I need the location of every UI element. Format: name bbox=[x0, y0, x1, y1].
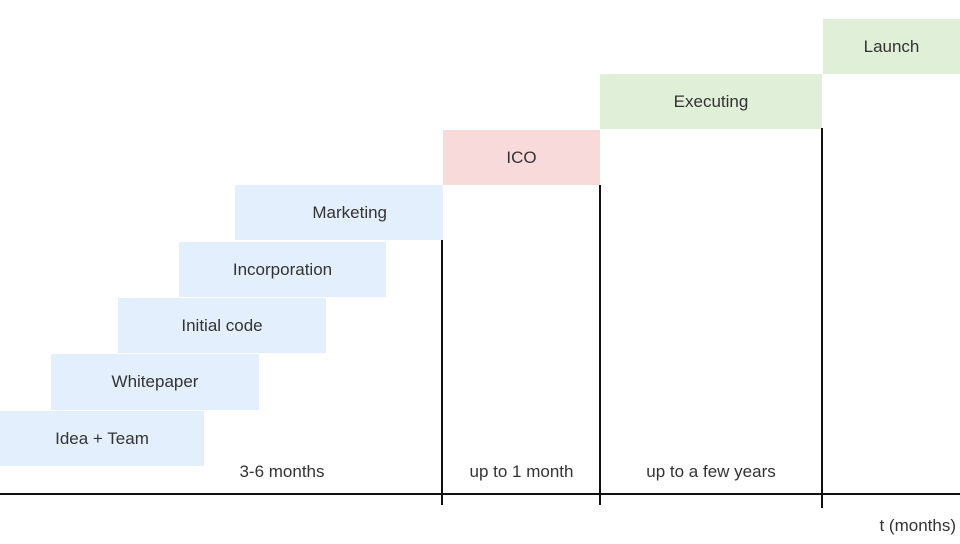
step-label: Launch bbox=[863, 36, 920, 56]
step-initial-code: Initial code bbox=[118, 298, 326, 353]
step-launch: Launch bbox=[823, 19, 960, 74]
duration-pre-ico: 3-6 months bbox=[239, 462, 325, 481]
step-marketing: Marketing bbox=[235, 185, 443, 240]
step-ico: ICO bbox=[443, 130, 600, 185]
step-label: Incorporation bbox=[232, 259, 333, 279]
step-label: Marketing bbox=[312, 202, 387, 222]
step-whitepaper: Whitepaper bbox=[51, 354, 259, 410]
time-axis bbox=[0, 493, 960, 495]
step-incorporation: Incorporation bbox=[179, 242, 386, 297]
step-label: Whitepaper bbox=[111, 372, 199, 391]
step-label: ICO bbox=[506, 147, 537, 167]
axis-label: t (months) bbox=[879, 516, 956, 535]
duration-ico: up to 1 month bbox=[469, 462, 574, 481]
step-idea-team: Idea + Team bbox=[0, 411, 204, 466]
step-label: Idea + Team bbox=[55, 428, 149, 448]
phase-divider-launch bbox=[821, 128, 823, 508]
step-executing: Executing bbox=[600, 74, 822, 129]
duration-executing: up to a few years bbox=[646, 462, 776, 481]
step-label: Initial code bbox=[181, 315, 263, 335]
step-label: Executing bbox=[673, 91, 749, 111]
phase-divider-ico-end bbox=[599, 185, 601, 505]
